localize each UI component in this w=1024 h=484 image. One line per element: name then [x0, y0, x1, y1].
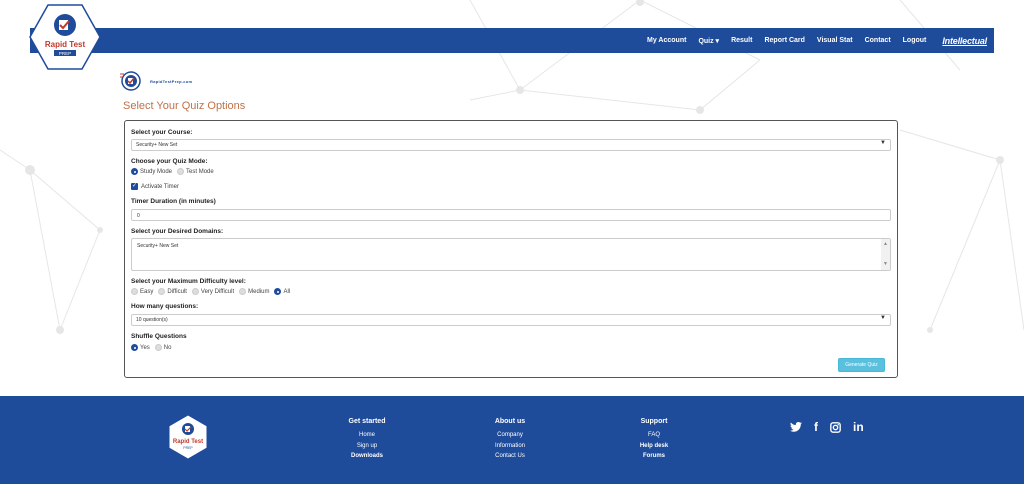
footer-link-company[interactable]: Company: [490, 430, 530, 441]
radio-selected-icon: [131, 168, 138, 175]
footer-link-contact-us[interactable]: Contact Us: [490, 451, 530, 462]
radio-unselected-icon: [154, 344, 162, 351]
study-mode-label: Study Mode: [140, 168, 173, 175]
checkmark-icon: ✓: [131, 183, 138, 190]
top-navbar: My Account Quiz ▾ Result Report Card Vis…: [30, 28, 994, 53]
domains-label: Select your Desired Domains:: [131, 228, 224, 235]
radio-study-mode[interactable]: Study Mode: [131, 168, 172, 175]
nav-contact[interactable]: Contact: [865, 37, 891, 44]
radio-very-difficult[interactable]: Very Difficult: [191, 288, 235, 295]
nav-report-card[interactable]: Report Card: [764, 37, 804, 44]
radio-easy[interactable]: Easy: [131, 288, 153, 295]
logo-subtext: PREP: [59, 51, 71, 56]
radio-difficult[interactable]: Difficult: [158, 288, 187, 295]
course-select[interactable]: Security+ New Set ▼: [131, 139, 891, 151]
nav-logout[interactable]: Logout: [903, 37, 927, 44]
radio-unselected-icon: [177, 168, 185, 175]
footer-link-information[interactable]: Information: [490, 441, 530, 452]
radio-shuffle-no[interactable]: No: [154, 344, 172, 351]
logo-text: Rapid Test: [45, 40, 86, 49]
footer-col-title: About us: [494, 418, 526, 425]
footer-col-title: Support: [640, 418, 668, 425]
intellectual-brand-logo[interactable]: Intellectual: [942, 36, 987, 46]
scroll-down-icon[interactable]: ▼: [883, 261, 888, 267]
test-mode-label: Test Mode: [186, 168, 214, 175]
footer-link-downloads[interactable]: Downloads: [345, 451, 389, 462]
quiz-mode-label: Choose your Quiz Mode:: [131, 158, 208, 165]
twitter-icon[interactable]: [790, 422, 802, 432]
nav-quiz-dropdown[interactable]: Quiz ▾: [698, 37, 719, 45]
quiz-mode-options: Study Mode Test Mode: [131, 168, 219, 175]
course-label: Select your Course:: [131, 129, 193, 136]
footer: Rapid Test PREP Get started Home Sign up…: [0, 396, 1024, 484]
footer-link-help-desk[interactable]: Help desk: [636, 441, 672, 452]
chevron-down-icon: ▼: [880, 140, 886, 146]
footer-link-forums[interactable]: Forums: [636, 451, 672, 462]
radio-unselected-icon: [131, 288, 138, 295]
radio-unselected-icon: [239, 288, 247, 295]
radio-unselected-icon: [191, 288, 199, 295]
shuffle-label: Shuffle Questions: [131, 333, 187, 340]
nav-result[interactable]: Result: [731, 37, 752, 44]
yes-label: Yes: [140, 344, 150, 351]
footer-logo[interactable]: Rapid Test PREP: [168, 414, 208, 460]
mini-logo: RapidTestPrep.com: [120, 70, 192, 92]
footer-link-signup[interactable]: Sign up: [345, 441, 389, 452]
radio-test-mode[interactable]: Test Mode: [177, 168, 214, 175]
easy-label: Easy: [140, 288, 154, 295]
radio-unselected-icon: [158, 288, 166, 295]
difficulty-label: Select your Maximum Difficulty level:: [131, 278, 246, 285]
generate-quiz-button[interactable]: Generate Quiz: [838, 358, 885, 372]
activate-timer-label: Activate Timer: [141, 183, 180, 190]
nav-my-account[interactable]: My Account: [647, 37, 686, 44]
difficult-label: Difficult: [167, 288, 187, 295]
all-label: All: [283, 288, 291, 295]
footer-col-about-us: About us Company Information Contact Us: [490, 418, 530, 462]
nav-visual-stat[interactable]: Visual Stat: [817, 37, 853, 44]
radio-shuffle-yes[interactable]: Yes: [131, 344, 150, 351]
mini-logo-text: RapidTestPrep.com: [150, 78, 193, 84]
activate-timer-checkbox[interactable]: ✓ Activate Timer: [131, 183, 179, 190]
radio-selected-icon: [131, 344, 138, 351]
timer-duration-value: 0: [137, 213, 140, 219]
questions-label: How many questions:: [131, 303, 199, 310]
scroll-up-icon[interactable]: ▲: [883, 241, 888, 247]
medium-label: Medium: [248, 288, 270, 295]
timer-duration-input[interactable]: 0: [131, 209, 891, 221]
very-difficult-label: Very Difficult: [200, 288, 235, 295]
quiz-options-form: Select your Course: Security+ New Set ▼ …: [124, 120, 898, 378]
footer-col-title: Get started: [348, 418, 386, 425]
instagram-icon[interactable]: [830, 421, 841, 433]
footer-logo-subtext: PREP: [183, 446, 193, 450]
footer-link-home[interactable]: Home: [345, 430, 389, 441]
rapid-test-prep-logo[interactable]: Rapid Test PREP: [28, 4, 102, 70]
facebook-icon[interactable]: f: [814, 420, 818, 434]
no-label: No: [163, 344, 172, 351]
difficulty-options: Easy Difficult Very Difficult Medium All: [131, 288, 295, 295]
questions-select-value: 10 question(s): [136, 317, 168, 323]
domains-listbox[interactable]: Security+ New Set ▲ ▼: [131, 238, 891, 271]
shuffle-options: Yes No: [131, 344, 176, 351]
footer-col-support: Support FAQ Help desk Forums: [636, 418, 672, 462]
radio-all[interactable]: All: [274, 288, 290, 295]
chevron-down-icon: ▼: [880, 315, 886, 321]
radio-medium[interactable]: Medium: [239, 288, 269, 295]
footer-link-faq[interactable]: FAQ: [636, 430, 672, 441]
radio-selected-icon: [274, 288, 282, 295]
main-nav: My Account Quiz ▾ Result Report Card Vis…: [641, 28, 994, 53]
course-select-value: Security+ New Set: [136, 142, 178, 148]
questions-select[interactable]: 10 question(s) ▼: [131, 314, 891, 326]
domain-option[interactable]: Security+ New Set: [137, 243, 178, 249]
page-title: Select Your Quiz Options: [123, 100, 246, 112]
mini-logo-icon: [120, 71, 141, 91]
linkedin-icon[interactable]: in: [853, 420, 864, 434]
social-links: f in: [790, 420, 876, 434]
footer-col-get-started: Get started Home Sign up Downloads: [345, 418, 389, 462]
footer-logo-text: Rapid Test: [173, 439, 203, 445]
timer-duration-label: Timer Duration (in minutes): [131, 198, 216, 205]
